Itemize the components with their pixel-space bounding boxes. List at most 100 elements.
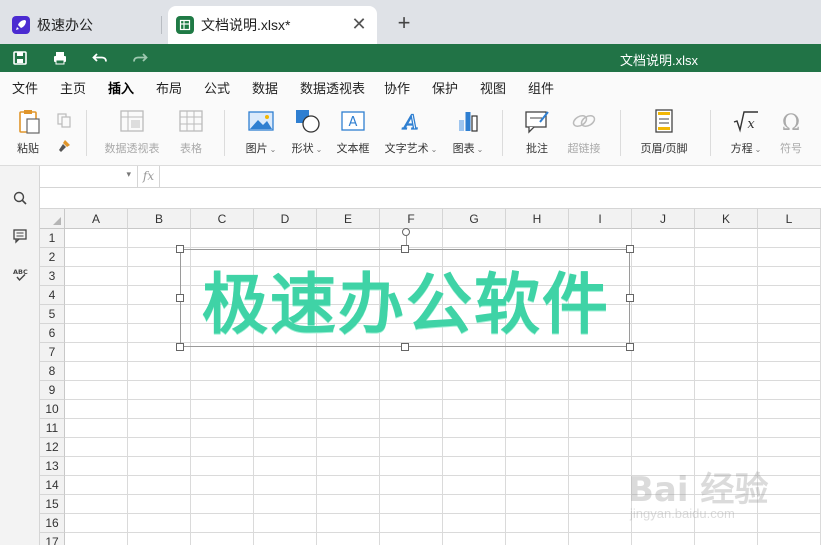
column-header[interactable]: G (443, 209, 506, 229)
header-footer-button[interactable]: 页眉/页脚 (638, 108, 690, 156)
column-header[interactable]: L (758, 209, 821, 229)
search-icon[interactable] (10, 188, 30, 208)
column-header[interactable]: I (569, 209, 632, 229)
menu-view[interactable]: 视图 (480, 78, 506, 97)
paste-button[interactable]: 粘贴 (10, 108, 46, 156)
print-icon[interactable] (50, 48, 70, 68)
insert-shape-button[interactable]: 形状 ⌄ (288, 108, 326, 156)
chevron-down-icon[interactable]: ▾ (126, 169, 131, 180)
baidu-watermark: Bai 经验 jingyan.baidu.com (628, 470, 769, 521)
resize-handle-right[interactable] (626, 294, 634, 302)
row-header[interactable]: 3 (40, 267, 65, 286)
tab-document[interactable]: 文档说明.xlsx* ✕ (168, 6, 377, 44)
column-header[interactable]: K (695, 209, 758, 229)
row-header[interactable]: 5 (40, 305, 65, 324)
insert-image-button[interactable]: 图片 ⌄ (242, 108, 280, 156)
column-header[interactable]: A (65, 209, 128, 229)
browser-tab-strip: 极速办公 文档说明.xlsx* ✕ + (0, 0, 821, 44)
chart-icon (459, 112, 478, 132)
row-header[interactable]: 7 (40, 343, 65, 362)
column-header[interactable]: B (128, 209, 191, 229)
resize-handle-bottom-left[interactable] (176, 343, 184, 351)
hyperlink-button[interactable]: 超链接 (564, 108, 604, 156)
column-header[interactable]: C (191, 209, 254, 229)
row-header[interactable]: 6 (40, 324, 65, 343)
row-header[interactable]: 17 (40, 533, 65, 545)
function-icon[interactable]: fx (138, 166, 160, 187)
tab-app-home[interactable]: 极速办公 (0, 6, 162, 44)
spellcheck-icon[interactable]: ABC (10, 264, 30, 284)
resize-handle-top-right[interactable] (626, 245, 634, 253)
insert-comment-button[interactable]: 批注 (520, 108, 554, 156)
resize-handle-top-left[interactable] (176, 245, 184, 253)
image-icon (248, 111, 274, 131)
menu-file[interactable]: 文件 (12, 78, 38, 97)
tab-separator (161, 16, 162, 34)
rotation-handle[interactable] (402, 228, 410, 236)
menu-pivot[interactable]: 数据透视表 (300, 78, 365, 97)
symbol-button[interactable]: Ω 符号 (776, 108, 806, 156)
insert-wordart-button[interactable]: A 文字艺术 ⌄ (382, 108, 440, 156)
equation-button[interactable]: x 方程 ⌄ (726, 108, 766, 156)
menu-home[interactable]: 主页 (60, 78, 86, 97)
row-header[interactable]: 15 (40, 495, 65, 514)
row-header[interactable]: 16 (40, 514, 65, 533)
column-header[interactable]: H (506, 209, 569, 229)
table-icon (179, 110, 203, 132)
insert-chart-button[interactable]: 图表 ⌄ (450, 108, 486, 156)
row-header[interactable]: 14 (40, 476, 65, 495)
tab-document-label: 文档说明.xlsx* (201, 17, 291, 33)
quick-access-bar: 文档说明.xlsx (0, 44, 821, 72)
tab-app-label: 极速办公 (37, 17, 93, 33)
resize-handle-bottom-right[interactable] (626, 343, 634, 351)
ribbon-divider (620, 110, 621, 156)
document-title: 文档说明.xlsx (620, 53, 699, 68)
redo-icon[interactable] (130, 48, 150, 68)
paste-icon (19, 110, 40, 134)
pivot-table-button[interactable]: 数据透视表 (102, 108, 162, 156)
resize-handle-bottom[interactable] (401, 343, 409, 351)
insert-toolbar: 粘贴 数据透视表 表格 图片 ⌄ 形状 ⌄ A 文本框 A 文字艺术 ⌄ 图表 ⌄ 批注 (0, 100, 821, 166)
row-header[interactable]: 1 (40, 229, 65, 248)
resize-handle-left[interactable] (176, 294, 184, 302)
left-sidebar: ABC (0, 166, 40, 545)
new-tab-button[interactable]: + (392, 10, 416, 36)
select-all-corner[interactable] (40, 209, 65, 229)
svg-text:x: x (747, 117, 755, 132)
column-header[interactable]: D (254, 209, 317, 229)
resize-handle-top[interactable] (401, 245, 409, 253)
column-header[interactable]: J (632, 209, 695, 229)
undo-icon[interactable] (90, 48, 110, 68)
menu-plugins[interactable]: 组件 (528, 78, 554, 97)
menu-insert[interactable]: 插入 (108, 78, 135, 102)
row-header[interactable]: 13 (40, 457, 65, 476)
close-tab-icon[interactable]: ✕ (349, 14, 369, 34)
row-header[interactable]: 4 (40, 286, 65, 305)
wordart-textbox[interactable]: 极速办公软件 (176, 228, 634, 351)
row-header[interactable]: 10 (40, 400, 65, 419)
name-box[interactable]: ▾ (40, 166, 138, 187)
menu-collaborate[interactable]: 协作 (384, 78, 410, 97)
ribbon-menu: 文件 主页 插入 布局 公式 数据 数据透视表 协作 保护 视图 组件 (0, 72, 821, 102)
formula-bar: ▾ fx (40, 166, 821, 188)
row-header[interactable]: 2 (40, 248, 65, 267)
comments-icon[interactable] (10, 226, 30, 246)
menu-formula[interactable]: 公式 (204, 78, 230, 97)
menu-layout[interactable]: 布局 (156, 78, 182, 97)
insert-textbox-button[interactable]: A 文本框 (334, 108, 372, 156)
row-header[interactable]: 11 (40, 419, 65, 438)
table-button[interactable]: 表格 (176, 108, 206, 156)
row-header[interactable]: 12 (40, 438, 65, 457)
menu-data[interactable]: 数据 (252, 78, 278, 97)
format-painter-button[interactable] (54, 138, 74, 157)
column-header[interactable]: F (380, 209, 443, 229)
copy-button[interactable] (54, 112, 74, 131)
save-icon[interactable] (10, 48, 30, 68)
spreadsheet-icon (176, 16, 194, 34)
row-header[interactable]: 9 (40, 381, 65, 400)
format-painter-icon (59, 140, 70, 152)
wordart-text[interactable]: 极速办公软件 (181, 250, 631, 348)
menu-protect[interactable]: 保护 (432, 78, 458, 97)
column-header[interactable]: E (317, 209, 380, 229)
row-header[interactable]: 8 (40, 362, 65, 381)
